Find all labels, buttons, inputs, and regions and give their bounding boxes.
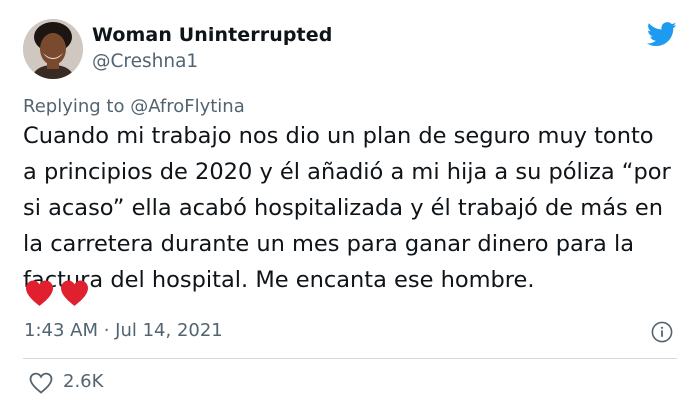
twitter-bird-icon[interactable] [647, 22, 677, 47]
reply-context: Replying to @AfroFlytina [23, 96, 245, 117]
tweet-text-line: factura del hospital. Me encanta ese hom… [23, 267, 535, 293]
reply-prefix: Replying to [23, 96, 125, 117]
tweet-timestamp[interactable]: 1:43 AM · Jul 14, 2021 [24, 320, 223, 341]
like-count[interactable]: 2.6K [63, 371, 103, 392]
tweet-card: Woman Uninterrupted @Creshna1 Replying t… [0, 0, 700, 412]
tweet-text-line: si acaso” ella acabó hospitalizada y él … [23, 195, 663, 221]
emoji-row [24, 279, 90, 307]
divider [23, 358, 677, 359]
avatar-image [23, 19, 83, 79]
tweet-text-line: a principios de 2020 y él añadió a mi hi… [23, 159, 671, 185]
info-icon[interactable] [651, 321, 673, 343]
red-heart-icon [60, 280, 89, 307]
tweet-text: Cuando mi trabajo nos dio un plan de seg… [23, 118, 683, 298]
author-handle[interactable]: @Creshna1 [92, 51, 198, 72]
tweet-text-line: la carretera durante un mes para ganar d… [23, 231, 635, 257]
author-name[interactable]: Woman Uninterrupted [92, 24, 332, 46]
avatar[interactable] [23, 19, 83, 79]
red-heart-icon [25, 280, 54, 307]
heart-outline-icon[interactable] [29, 372, 53, 394]
reply-mention-link[interactable]: @AfroFlytina [130, 96, 245, 117]
tweet-text-line: Cuando mi trabajo nos dio un plan de seg… [23, 123, 654, 149]
